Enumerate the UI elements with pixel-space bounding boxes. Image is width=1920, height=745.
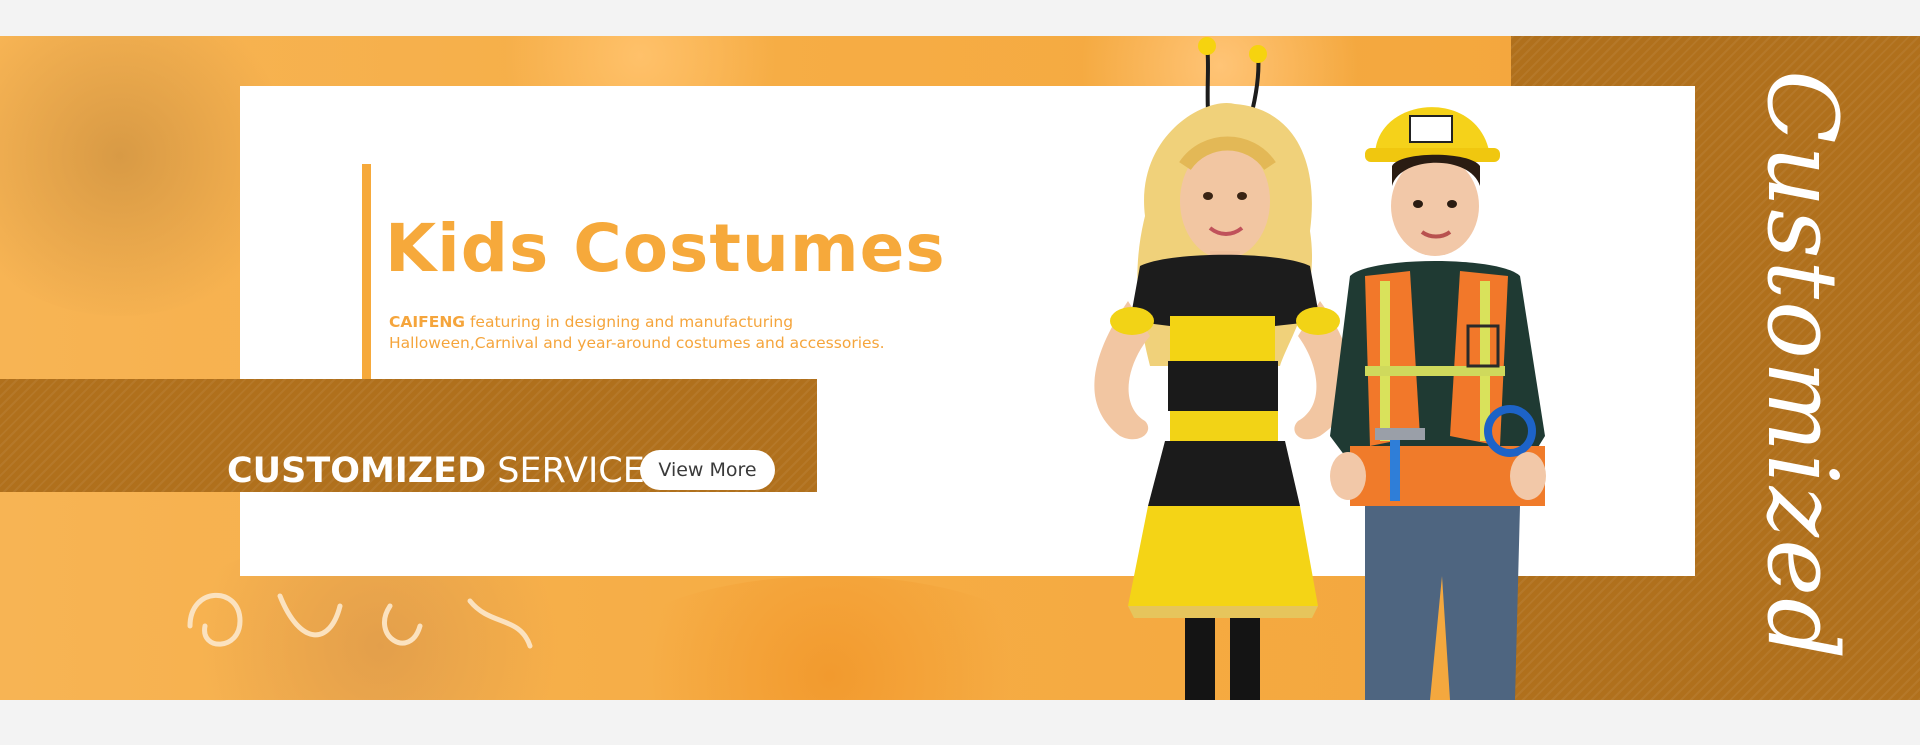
background-blur-shape <box>590 576 1070 700</box>
service-heading-strong: CUSTOMIZED <box>227 451 487 491</box>
service-heading-light: SERVICE <box>497 451 645 491</box>
girl-bee-costume <box>1094 37 1352 700</box>
description-line2: Halloween,Carnival and year-around costu… <box>389 334 885 352</box>
kids-costume-photo <box>1094 37 1546 700</box>
description-line1: featuring in designing and manufacturing <box>469 313 794 331</box>
service-heading: CUSTOMIZED SERVICE <box>227 451 645 491</box>
brand-name: CAIFENG <box>389 313 466 331</box>
boy-construction-costume <box>1330 107 1546 700</box>
page-title: Kids Costumes <box>385 210 946 287</box>
decorative-swirl-graphic <box>187 592 533 649</box>
banner-description: CAIFENG featuring in designing and manuf… <box>389 312 949 354</box>
title-accent-bar <box>362 164 371 414</box>
view-more-button[interactable]: View More <box>640 450 775 490</box>
customized-vertical-text: Customized <box>1746 70 1858 662</box>
